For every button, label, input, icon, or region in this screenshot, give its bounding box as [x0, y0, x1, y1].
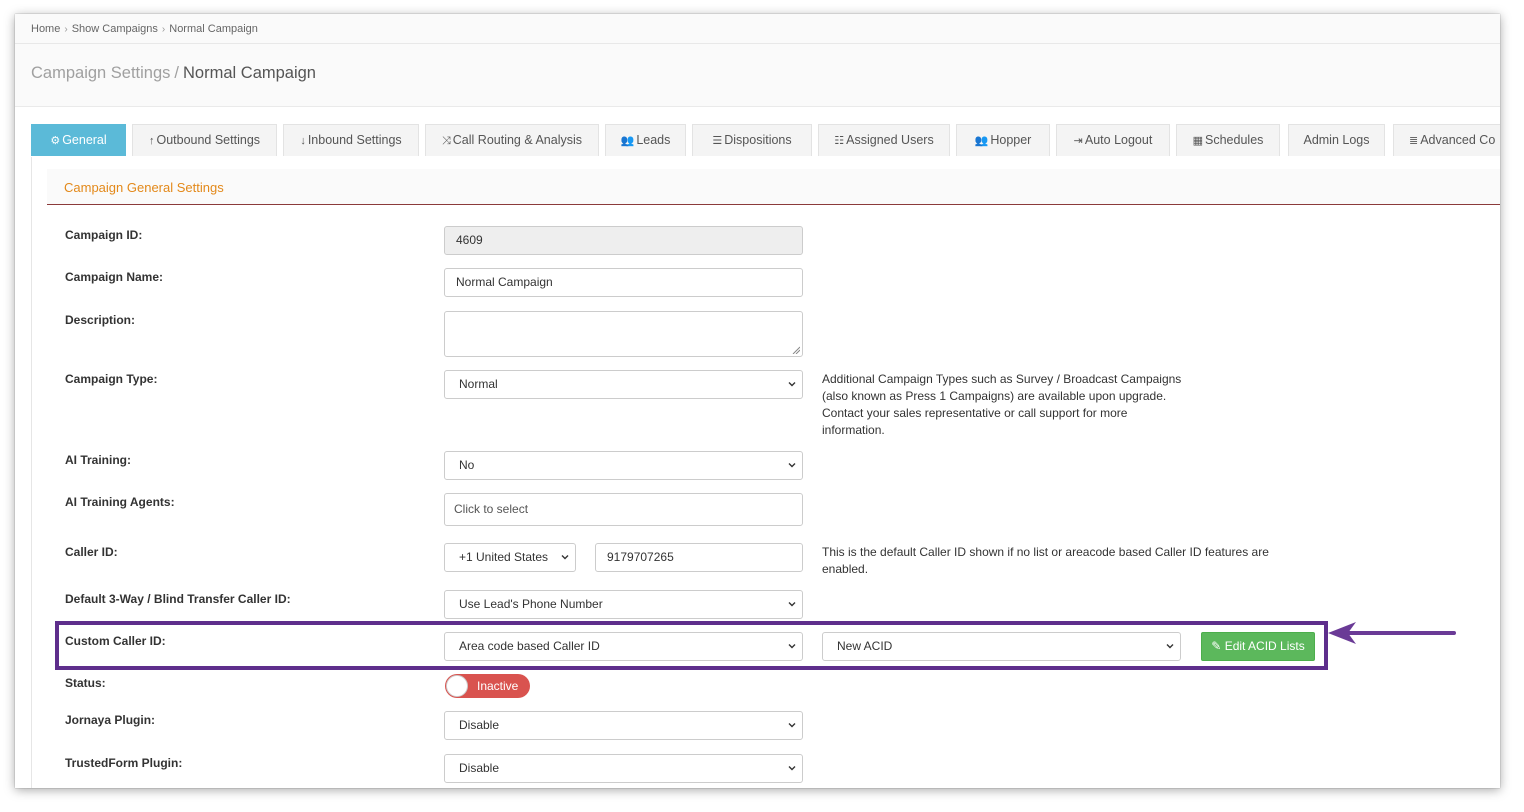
campaign-name-input[interactable]: Normal Campaign	[444, 268, 803, 297]
tab-hopper[interactable]: 👥 Hopper	[956, 124, 1050, 156]
toggle-knob	[446, 675, 468, 697]
cogs-icon: ⚙	[50, 135, 61, 147]
acid-list-select[interactable]: New ACID	[822, 632, 1181, 661]
caller-id-number-input[interactable]: 9179707265	[595, 543, 803, 572]
users-icon: 👥	[620, 135, 635, 147]
calendar-icon: ▦	[1192, 135, 1204, 147]
campaign-type-value: Normal	[459, 377, 498, 391]
chevron-down-icon	[788, 463, 796, 468]
custom-caller-id-label: Custom Caller ID:	[65, 634, 166, 648]
jornaya-label: Jornaya Plugin:	[65, 713, 156, 727]
chevron-down-icon	[788, 382, 796, 387]
tab-schedules[interactable]: ▦ Schedules	[1176, 124, 1280, 156]
list-ol-icon: ☷	[834, 135, 845, 147]
chevron-down-icon	[788, 723, 796, 728]
acid-list-value: New ACID	[837, 639, 893, 653]
ai-training-agents-multiselect[interactable]: Click to select	[444, 493, 803, 526]
tab-leads[interactable]: 👥 Leads	[605, 124, 686, 156]
breadcrumb-home[interactable]: Home	[31, 23, 60, 35]
arrow-up-icon: ↑	[148, 135, 155, 147]
tab-call-routing[interactable]: ⤨ Call Routing & Analysis	[425, 124, 599, 156]
chevron-down-icon	[561, 555, 569, 560]
trustedform-value: Disable	[459, 761, 500, 775]
edit-acid-lists-label: Edit ACID Lists	[1224, 639, 1305, 653]
sign-out-icon: ⇥	[1073, 135, 1083, 147]
breadcrumb-separator: ›	[64, 24, 68, 35]
tab-label: Advanced Co	[1420, 133, 1496, 147]
list-icon: ☰	[712, 135, 723, 147]
custom-caller-id-select[interactable]: Area code based Caller ID	[444, 632, 803, 661]
transfer-caller-id-select[interactable]: Use Lead's Phone Number	[444, 590, 803, 619]
server-icon: ≣	[1409, 135, 1419, 147]
panel-title: Campaign General Settings	[47, 169, 1500, 205]
app-window: Home › Show Campaigns › Normal Campaign Camp…	[15, 14, 1500, 788]
arrow-down-icon: ↓	[300, 135, 306, 147]
description-label: Description:	[65, 313, 136, 327]
tab-label: Schedules	[1205, 133, 1264, 147]
page-section: Campaign Settings	[31, 64, 171, 82]
jornaya-value: Disable	[459, 718, 500, 732]
tab-label: Assigned Users	[846, 133, 934, 147]
breadcrumb-current: Normal Campaign	[169, 23, 258, 35]
transfer-caller-id-value: Use Lead's Phone Number	[459, 597, 603, 611]
tab-assigned-users[interactable]: ☷ Assigned Users	[818, 124, 950, 156]
trustedform-label: TrustedForm Plugin:	[65, 756, 183, 770]
tab-label: Outbound Settings	[156, 133, 261, 147]
title-separator: /	[174, 64, 180, 82]
status-value: Inactive	[477, 679, 519, 693]
chevron-down-icon	[788, 766, 796, 771]
ai-training-value: No	[459, 458, 475, 472]
campaign-type-label: Campaign Type:	[65, 372, 158, 386]
breadcrumb: Home › Show Campaigns › Normal Campaign	[15, 14, 1500, 44]
jornaya-select[interactable]: Disable	[444, 711, 803, 740]
campaign-id-label: Campaign ID:	[65, 228, 143, 242]
tab-label: Hopper	[990, 133, 1032, 147]
tab-label: General	[62, 133, 107, 147]
tab-label: Inbound Settings	[307, 133, 402, 147]
tab-advanced[interactable]: ≣ Advanced Co	[1393, 124, 1500, 156]
resize-grip-icon[interactable]	[792, 346, 800, 354]
campaign-type-select[interactable]: Normal	[444, 370, 803, 399]
breadcrumb-separator: ›	[161, 24, 166, 35]
tab-label: Auto Logout	[1084, 133, 1153, 147]
edit-acid-lists-button[interactable]: ✎ Edit ACID Lists	[1201, 632, 1315, 661]
annotation-arrow-icon	[1328, 622, 1456, 644]
tab-inbound-settings[interactable]: ↓ Inbound Settings	[283, 124, 419, 156]
campaign-type-help: Additional Campaign Types such as Survey…	[822, 372, 1182, 437]
breadcrumb-show-campaigns[interactable]: Show Campaigns	[72, 23, 158, 35]
campaign-id-field: 4609	[444, 226, 803, 255]
status-toggle[interactable]: Inactive	[445, 674, 530, 698]
pencil-icon: ✎	[1211, 639, 1222, 653]
custom-caller-id-value: Area code based Caller ID	[459, 639, 600, 653]
campaign-name-label: Campaign Name:	[65, 270, 164, 284]
trustedform-select[interactable]: Disable	[444, 754, 803, 783]
caller-id-label: Caller ID:	[65, 545, 118, 559]
tab-label: Dispositions	[724, 133, 792, 147]
tab-label: Call Routing & Analysis	[452, 133, 583, 147]
caller-id-country-select[interactable]: +1 United States	[444, 543, 576, 572]
ai-training-agents-label: AI Training Agents:	[65, 495, 175, 509]
tab-auto-logout[interactable]: ⇥ Auto Logout	[1056, 124, 1170, 156]
tab-dispositions[interactable]: ☰ Dispositions	[692, 124, 812, 156]
transfer-caller-id-label: Default 3-Way / Blind Transfer Caller ID…	[65, 592, 291, 606]
tab-outbound-settings[interactable]: ↑ Outbound Settings	[132, 124, 277, 156]
ai-training-select[interactable]: No	[444, 451, 803, 480]
tab-label: Admin Logs	[1303, 133, 1370, 147]
tab-label: Leads	[636, 133, 671, 147]
tab-general[interactable]: ⚙ General	[31, 124, 126, 156]
description-textarea[interactable]	[444, 311, 803, 357]
page-title: Normal Campaign	[183, 64, 316, 82]
tab-admin-logs[interactable]: Admin Logs	[1288, 124, 1385, 156]
users-icon: 👥	[974, 135, 989, 147]
chevron-down-icon	[1166, 644, 1174, 649]
chevron-down-icon	[788, 644, 796, 649]
page-header: Campaign Settings / Normal Campaign	[15, 44, 1500, 107]
caller-id-country-value: +1 United States	[459, 550, 549, 564]
status-label: Status:	[65, 676, 106, 690]
random-icon: ⤨	[441, 135, 451, 147]
chevron-down-icon	[788, 602, 796, 607]
ai-training-label: AI Training:	[65, 453, 131, 467]
caller-id-help: This is the default Caller ID shown if n…	[822, 545, 1269, 576]
